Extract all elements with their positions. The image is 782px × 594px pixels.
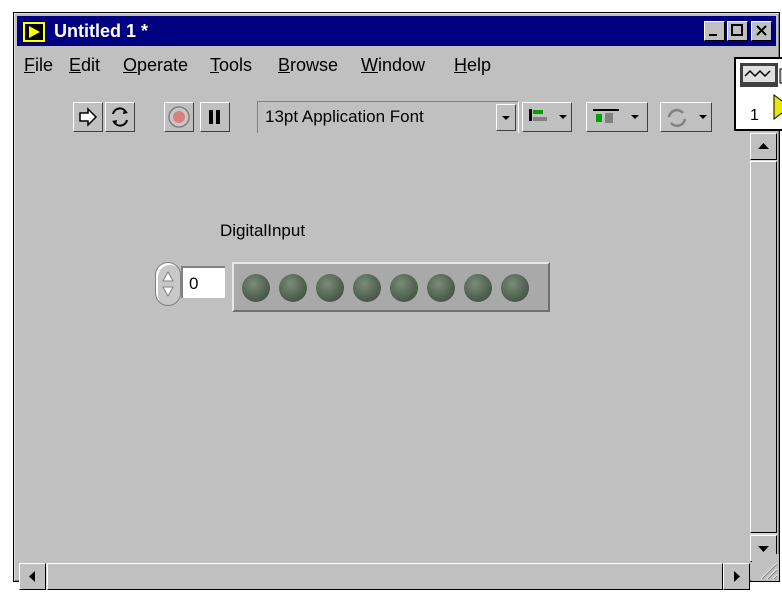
numeric-value-field[interactable]: 0 [181,266,225,298]
close-button[interactable] [751,21,772,41]
vertical-scroll-thumb[interactable] [750,161,777,533]
vi-icon-number: 1 [750,107,759,124]
led-array [232,262,550,312]
led-7[interactable] [501,274,529,302]
front-panel-canvas[interactable] [19,133,749,561]
pause-button[interactable] [200,102,230,132]
window-title: Untitled 1 * [54,21,149,41]
abort-execution-button[interactable] [164,102,194,132]
vertical-scrollbar[interactable] [750,133,777,562]
led-1[interactable] [279,274,307,302]
led-4[interactable] [390,274,418,302]
run-button[interactable] [73,102,103,132]
led-0[interactable] [242,274,270,302]
led-3[interactable] [353,274,381,302]
numeric-increment-decrement[interactable] [155,262,181,306]
labview-app-icon [22,21,46,43]
size-grip-icon[interactable] [752,554,779,581]
menu-bar: File Edit Operate Tools Browse Window He… [17,49,717,79]
menu-operate[interactable]: Operate [123,55,188,76]
digital-input-label: DigitalInput [220,221,306,240]
menu-edit[interactable]: Edit [69,55,100,76]
menu-window[interactable]: Window [361,55,425,76]
scroll-up-button[interactable] [750,133,777,160]
toolbar: 13pt Application Font [17,79,717,134]
menu-tools[interactable]: Tools [210,55,252,76]
reorder-button[interactable] [660,102,712,132]
led-5[interactable] [427,274,455,302]
chevron-down-icon[interactable] [496,104,516,131]
maximize-button[interactable] [727,21,748,41]
scroll-left-button[interactable] [19,563,46,590]
minimize-button[interactable] [704,21,725,41]
menu-help[interactable]: Help [454,55,491,76]
distribute-objects-button[interactable] [586,102,648,132]
led-6[interactable] [464,274,492,302]
align-objects-button[interactable] [522,102,572,132]
menu-browse[interactable]: Browse [278,55,338,76]
horizontal-scrollbar[interactable] [19,563,750,590]
run-continuously-button[interactable] [105,102,135,132]
scroll-right-button[interactable] [723,563,750,590]
menu-file[interactable]: File [24,55,53,76]
title-bar[interactable]: Untitled 1 * [17,16,776,46]
font-selector-value: 13pt Application Font [265,107,424,126]
horizontal-scroll-thumb[interactable] [47,563,723,590]
font-selector[interactable]: 13pt Application Font [257,101,519,134]
numeric-value: 0 [189,274,199,293]
vi-icon[interactable]: 1 [734,57,782,131]
led-2[interactable] [316,274,344,302]
